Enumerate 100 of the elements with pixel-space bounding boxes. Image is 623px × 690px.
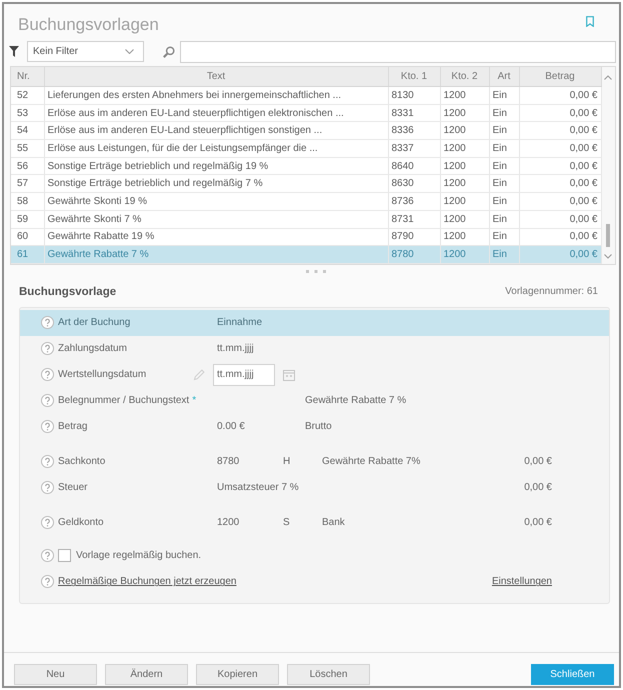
required-mark: * (192, 395, 196, 406)
table-cell: 1200 (440, 174, 489, 193)
table-cell: 53 (11, 104, 44, 122)
caret-down-icon[interactable] (604, 254, 612, 259)
table-cell: Erlöse aus im anderen EU-Land steuerpflichtigen sonstigen ... (44, 122, 388, 140)
form-row[interactable]: Geldkonto 1200 S Bank 0,00 € (20, 510, 609, 536)
form-row[interactable]: Vorlage regelmäßig buchen. (20, 542, 609, 569)
grip-icon[interactable] (306, 270, 326, 274)
table-cell: 1200 (440, 246, 489, 264)
dialog-button[interactable]: Kopieren (196, 664, 279, 685)
table-cell: 56 (11, 157, 44, 175)
bookmark-icon[interactable] (586, 16, 594, 27)
help-icon[interactable] (41, 316, 54, 330)
column-header[interactable]: Betrag (519, 67, 601, 86)
account-side: H (283, 456, 292, 468)
table-row[interactable]: 55 Erlöse aus Leistungen, für die der Leistungsempfänger die ... 8337 1200 Ein 0,00 € (11, 140, 601, 158)
dialog-button[interactable]: Löschen (287, 664, 370, 685)
table-row[interactable]: 56 Sonstige Erträge betrieblich und regelmäßig 19 % 8640 1200 Ein 0,00 € (11, 157, 601, 175)
pencil-icon[interactable] (192, 368, 206, 382)
table-cell: Ein (489, 104, 519, 122)
table-cell: Ein (489, 86, 519, 104)
help-icon[interactable] (41, 549, 54, 562)
field-label: Wertstellungsdatum (58, 369, 148, 380)
table-row[interactable]: 57 Sonstige Erträge betrieblich und regelmäßig 7 % 8630 1200 Ein 0,00 € (11, 174, 601, 193)
table-cell: Ein (489, 157, 519, 175)
table-row[interactable]: 61 Gewährte Rabatte 7 % 8780 1200 Ein 0,00 € (11, 246, 601, 264)
field-label: Zahlungsdatum (58, 343, 128, 354)
column-header[interactable]: Kto. 1 (388, 67, 440, 86)
dialog-button[interactable]: Ändern (105, 664, 188, 685)
table-cell: 0,00 € (519, 104, 601, 122)
table-cell: 61 (11, 246, 44, 264)
table-cell: Gewährte Skonti 7 % (44, 210, 388, 228)
form-row[interactable]: Belegnummer / Buchungstext * Gewährte Rabatte 7 % (20, 388, 609, 414)
scrollbar[interactable] (602, 67, 615, 264)
form-row[interactable]: Wertstellungsdatum tt.mm.jjjj (20, 362, 609, 388)
field-label: Sachkonto (58, 456, 106, 468)
dialog-button[interactable]: Schließen (531, 664, 614, 685)
table-row[interactable]: 59 Gewährte Skonti 7 % 8731 1200 Ein 0,00 € (11, 210, 601, 228)
calendar-icon[interactable] (283, 368, 295, 381)
checkbox-label: Vorlage regelmäßig buchen. (76, 550, 202, 562)
help-icon[interactable] (41, 394, 54, 408)
table-cell: Ein (489, 210, 519, 228)
date-field[interactable]: tt.mm.jjjj (213, 364, 275, 386)
search-icon[interactable] (163, 46, 175, 58)
table-row[interactable]: 53 Erlöse aus im anderen EU-Land steuerpflichtigen elektronischen ... 8331 1200 Ein 0,00 € (11, 104, 601, 122)
table-row[interactable]: 52 Lieferungen des ersten Abnehmers bei innergemeinschaftlichen ... 8130 1200 Ein 0,00 € (11, 86, 601, 104)
caret-up-icon[interactable] (604, 75, 612, 80)
help-icon[interactable] (41, 368, 54, 382)
column-header[interactable]: Art (489, 67, 519, 86)
field-value: Umsatzsteuer 7 % (217, 482, 300, 494)
help-icon[interactable] (41, 516, 54, 530)
table-row[interactable]: 54 Erlöse aus im anderen EU-Land steuerpflichtigen sonstigen ... 8336 1200 Ein 0,00 € (11, 122, 601, 140)
help-icon[interactable] (41, 342, 54, 356)
table-cell: 8337 (388, 140, 440, 158)
column-header[interactable]: Nr. (11, 67, 44, 86)
help-icon[interactable] (41, 455, 54, 468)
filter-dropdown[interactable]: Kein Filter (27, 41, 144, 62)
table-cell: Erlöse aus im anderen EU-Land steuerpflichtigen elektronischen ... (44, 104, 388, 122)
generate-bookings-link[interactable]: Regelmäßige Buchungen jetzt erzeugen (58, 576, 236, 588)
settings-link[interactable]: Einstellungen (492, 576, 552, 588)
table-cell: 8331 (388, 104, 440, 122)
form-row[interactable]: Art der Buchung Einnahme (20, 310, 609, 336)
table-cell: 1200 (440, 104, 489, 122)
table-cell: 54 (11, 122, 44, 140)
filter-icon[interactable] (9, 46, 19, 57)
column-header[interactable]: Text (44, 67, 388, 86)
table-cell: 1200 (440, 140, 489, 158)
help-icon[interactable] (41, 420, 54, 434)
field-label: Betrag (58, 421, 88, 432)
search-field[interactable] (180, 40, 616, 62)
table-cell: 8130 (388, 86, 440, 104)
form-row[interactable]: Zahlungsdatum tt.mm.jjjj (20, 336, 609, 362)
form-row[interactable]: Betrag 0.00 € Brutto (20, 414, 609, 440)
table-cell: 1200 (440, 122, 489, 140)
table-cell: 8640 (388, 157, 440, 175)
table-cell: 55 (11, 140, 44, 158)
account-number: 1200 (217, 517, 240, 528)
form-row[interactable]: Steuer Umsatzsteuer 7 % 0,00 € (20, 474, 609, 501)
checkbox[interactable] (58, 549, 71, 562)
table-row[interactable]: 58 Gewährte Skonti 19 % 8736 1200 Ein 0,00 € (11, 192, 601, 210)
table-cell: Gewährte Skonti 19 % (44, 192, 388, 210)
field-label: Belegnummer / Buchungstext (58, 395, 190, 406)
help-icon[interactable] (41, 481, 54, 494)
field-value: 0.00 € (217, 421, 246, 432)
account-side: S (283, 517, 291, 528)
table-cell: 58 (11, 192, 44, 210)
amount-value: 0,00 € (524, 482, 552, 494)
form-row[interactable]: Sachkonto 8780 H Gewährte Rabatte 7% 0,00 € (20, 448, 609, 475)
help-icon[interactable] (41, 575, 54, 588)
field-value: Gewährte Rabatte 7 % (305, 395, 406, 406)
form-row[interactable]: Regelmäßige Buchungen jetzt erzeugen Einstellungen (20, 568, 609, 595)
table-cell: 0,00 € (519, 140, 601, 158)
dialog-button[interactable]: Neu (14, 664, 97, 685)
table-cell: Ein (489, 192, 519, 210)
table-cell: 0,00 € (519, 210, 601, 228)
table-cell: 0,00 € (519, 86, 601, 104)
scrollbar-thumb[interactable] (606, 224, 610, 247)
window-title: Buchungsvorlagen (18, 15, 159, 35)
column-header[interactable]: Kto. 2 (440, 67, 489, 86)
table-cell: 1200 (440, 210, 489, 228)
